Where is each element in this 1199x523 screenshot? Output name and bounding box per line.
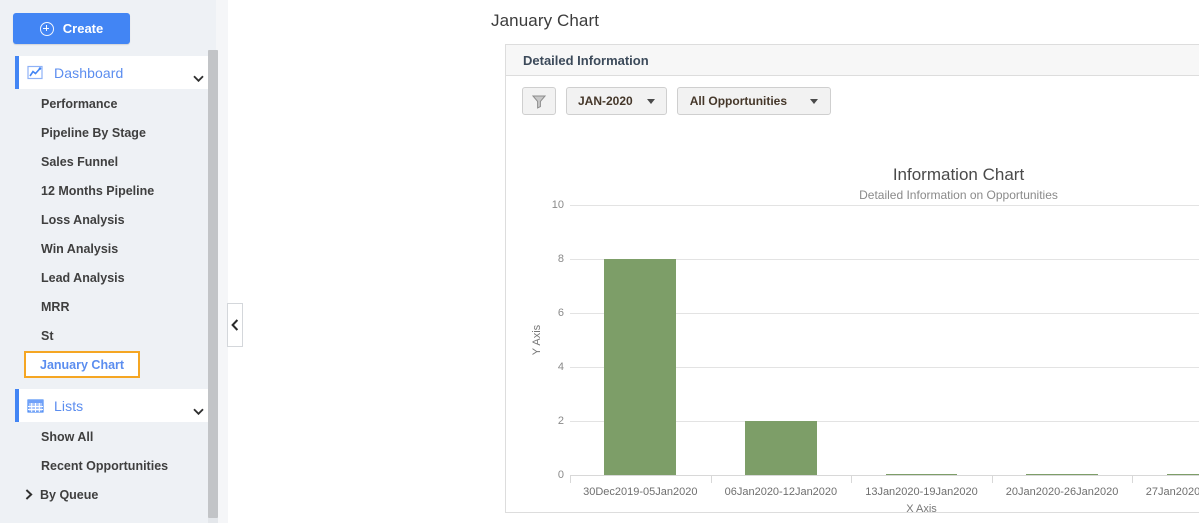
sidebar-group-label: Lists: [54, 397, 84, 414]
x-axis-tick: 30Dec2019-05Jan2020: [570, 476, 711, 498]
panel-title: Detailed Information: [523, 52, 649, 68]
panel-header: Detailed Information: [506, 45, 1199, 76]
sidebar-item-label: By Queue: [40, 487, 99, 502]
chevron-down-icon: [193, 69, 204, 83]
y-axis-tick: 0: [557, 469, 564, 481]
x-axis-tick: 13Jan2020-19Jan2020: [851, 476, 992, 498]
funnel-icon: [531, 94, 547, 109]
x-axis-label: X Axis: [906, 503, 937, 515]
sidebar-nav: Dashboard Performance Pipeline By Stage …: [0, 56, 218, 509]
period-dropdown[interactable]: JAN-2020: [566, 87, 667, 115]
bar[interactable]: [604, 259, 677, 475]
y-axis-tick: 2: [557, 415, 564, 427]
bar-slot: [570, 205, 711, 475]
chevron-down-icon: [193, 402, 204, 416]
sidebar-item-label: Show All: [41, 429, 94, 444]
page-title: January Chart: [491, 11, 600, 30]
sidebar-item-label: Sales Funnel: [41, 154, 119, 169]
caret-down-icon: [646, 98, 655, 104]
x-axis-tick: 20Jan2020-26Jan2020: [991, 476, 1133, 498]
sidebar-group-dashboard[interactable]: Dashboard: [15, 56, 218, 89]
create-button-label: Create: [62, 21, 104, 36]
chart-subtitle: Detailed Information on Opportunities: [859, 188, 1058, 202]
scope-dropdown[interactable]: All Opportunities: [676, 87, 831, 115]
main-content: January Chart Detailed Information JAN-2…: [228, 0, 1199, 523]
sidebar-item-12-months-pipeline[interactable]: 12 Months Pipeline: [0, 176, 218, 205]
detailed-information-panel: Detailed Information JAN-2020 All Opport…: [505, 44, 1199, 515]
sidebar-item-label: MRR: [41, 299, 70, 314]
sidebar-group-lists[interactable]: Lists: [15, 389, 218, 422]
information-chart: Information Chart Detailed Information o…: [506, 115, 1199, 515]
sidebar-item-label: Win Analysis: [41, 241, 119, 256]
y-axis-tick: 10: [551, 199, 564, 211]
sidebar-item-win-analysis[interactable]: Win Analysis: [0, 234, 218, 263]
sidebar-item-by-queue[interactable]: By Queue: [0, 480, 218, 509]
chart-plot-area: 0 2 4 6 8 10 Y Axis 30Dec2019-05Jan2020 …: [531, 199, 1199, 515]
chart-bars: [570, 205, 1199, 475]
create-button[interactable]: Create: [13, 13, 130, 44]
sidebar-collapse-handle[interactable]: [227, 303, 243, 347]
chart-title: Information Chart: [892, 165, 1025, 184]
bar-slot: [711, 205, 852, 475]
y-axis-tick: 8: [557, 253, 564, 265]
chart-toolbar: JAN-2020 All Opportunities: [506, 76, 1199, 115]
sidebar-item-sales-funnel[interactable]: Sales Funnel: [0, 147, 218, 176]
sidebar-item-label: Lead Analysis: [41, 270, 125, 285]
sidebar-item-label: Performance: [41, 96, 118, 111]
sidebar-item-lead-analysis[interactable]: Lead Analysis: [0, 263, 218, 292]
sidebar-item-label: 12 Months Pipeline: [41, 183, 155, 198]
sidebar-item-show-all[interactable]: Show All: [0, 422, 218, 451]
bar-slot: [1132, 205, 1199, 475]
y-axis-tick: 6: [557, 307, 564, 319]
y-axis-tick: 4: [557, 361, 564, 373]
x-axis-tick: 06Jan2020-12Jan2020: [710, 476, 852, 498]
sidebar-item-mrr[interactable]: MRR: [0, 292, 218, 321]
x-axis-tick: 27Jan2020-02Feb2020: [1132, 476, 1199, 498]
grid-table-icon: [27, 398, 44, 414]
sidebar-item-performance[interactable]: Performance: [0, 89, 218, 118]
bar[interactable]: [745, 421, 817, 475]
sidebar-item-loss-analysis[interactable]: Loss Analysis: [0, 205, 218, 234]
scope-dropdown-label: All Opportunities: [689, 94, 788, 108]
sidebar-item-label: St: [41, 328, 54, 343]
period-dropdown-label: JAN-2020: [578, 94, 633, 108]
sidebar-item-pipeline-by-stage[interactable]: Pipeline By Stage: [0, 118, 218, 147]
sidebar-scrollbar-thumb[interactable]: [208, 50, 218, 518]
bar-slot: [992, 205, 1133, 475]
sidebar-item-label: Pipeline By Stage: [41, 125, 146, 140]
sidebar-item-label: Recent Opportunities: [41, 458, 169, 473]
sidebar-item-label: January Chart: [24, 351, 141, 378]
app-root: Create Dashboard Performance Pipeline By…: [0, 0, 1199, 523]
sidebar-item-label: Loss Analysis: [41, 212, 125, 227]
x-axis-ticks: 30Dec2019-05Jan2020 06Jan2020-12Jan2020 …: [570, 476, 1199, 498]
chevron-left-icon: [231, 319, 239, 331]
sidebar-item-recent-opportunities[interactable]: Recent Opportunities: [0, 451, 218, 480]
bar-slot: [851, 205, 992, 475]
sidebar: Create Dashboard Performance Pipeline By…: [0, 0, 228, 523]
chevron-right-icon: [25, 489, 33, 500]
plus-circle-icon: [39, 21, 54, 36]
filter-button[interactable]: [522, 87, 556, 115]
sidebar-group-label: Dashboard: [54, 64, 124, 81]
chart-line-icon: [27, 65, 44, 81]
sidebar-item-st[interactable]: St: [0, 321, 218, 350]
panel-body: JAN-2020 All Opportunities Information C…: [506, 76, 1199, 515]
caret-down-icon: [809, 98, 818, 104]
sidebar-item-january-chart[interactable]: January Chart: [0, 350, 218, 379]
y-axis-label: Y Axis: [531, 324, 544, 356]
